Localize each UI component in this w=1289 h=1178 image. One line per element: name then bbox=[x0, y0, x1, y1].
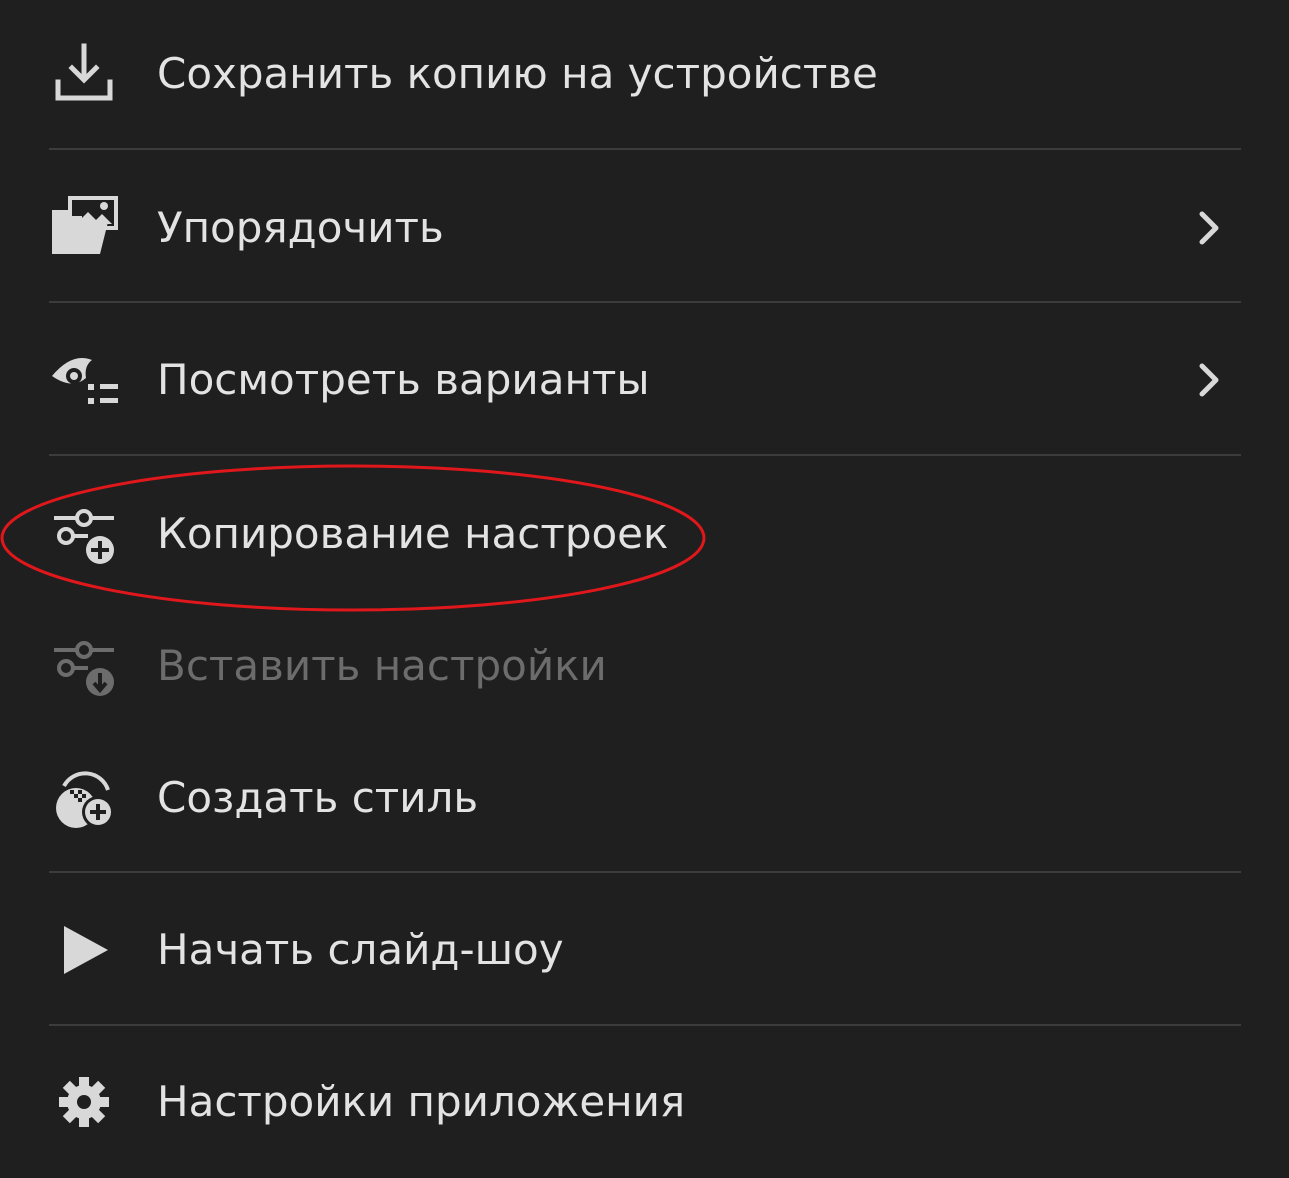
menu-item-label: Сохранить копию на устройстве bbox=[157, 49, 878, 98]
download-icon bbox=[48, 38, 120, 110]
menu-item-start-slideshow[interactable]: Начать слайд-шоу bbox=[0, 890, 1289, 1010]
divider bbox=[49, 148, 1241, 150]
menu-item-copy-settings[interactable]: Копирование настроек bbox=[0, 474, 1289, 594]
create-preset-icon bbox=[48, 762, 120, 834]
menu-item-label: Создать стиль bbox=[157, 773, 479, 822]
divider bbox=[49, 454, 1241, 456]
divider bbox=[49, 871, 1241, 873]
menu-item-label: Вставить настройки bbox=[157, 641, 607, 690]
gear-icon bbox=[48, 1066, 120, 1138]
menu-item-paste-settings[interactable]: Вставить настройки bbox=[0, 606, 1289, 726]
menu-item-label: Посмотреть варианты bbox=[157, 355, 650, 404]
menu-item-app-settings[interactable]: Настройки приложения bbox=[0, 1042, 1289, 1162]
chevron-right-icon bbox=[1199, 211, 1219, 245]
eye-list-icon bbox=[48, 344, 120, 416]
menu-item-label: Копирование настроек bbox=[157, 509, 669, 558]
menu-item-label: Упорядочить bbox=[157, 203, 444, 252]
play-icon bbox=[48, 914, 120, 986]
menu-item-label: Начать слайд-шоу bbox=[157, 925, 564, 974]
divider bbox=[49, 301, 1241, 303]
chevron-right-icon bbox=[1199, 363, 1219, 397]
divider bbox=[49, 1024, 1241, 1026]
menu-item-organize[interactable]: Упорядочить bbox=[0, 168, 1289, 288]
copy-settings-icon bbox=[48, 498, 120, 570]
context-menu: Сохранить копию на устройстве Упорядочит… bbox=[0, 0, 1289, 1178]
menu-item-save-copy[interactable]: Сохранить копию на устройстве bbox=[0, 14, 1289, 134]
menu-item-create-preset[interactable]: Создать стиль bbox=[0, 738, 1289, 858]
paste-settings-icon bbox=[48, 630, 120, 702]
menu-item-label: Настройки приложения bbox=[157, 1077, 686, 1126]
folder-image-icon bbox=[48, 192, 120, 264]
menu-item-view-versions[interactable]: Посмотреть варианты bbox=[0, 320, 1289, 440]
